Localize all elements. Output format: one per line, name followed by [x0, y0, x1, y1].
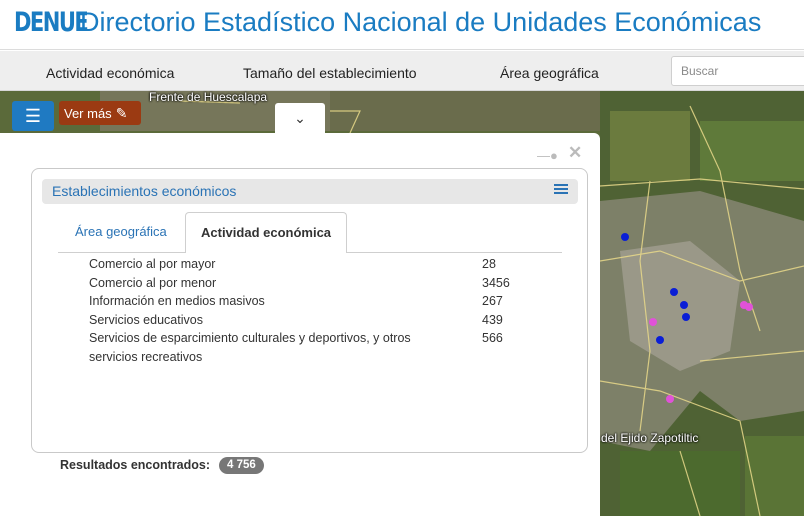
establishments-title: Establecimientos económicos: [52, 183, 237, 199]
list-item[interactable]: Servicios educativos 439: [89, 311, 559, 330]
menu-bar: Actividad económica Tamaño del estableci…: [0, 51, 804, 91]
results-count-badge: 4 756: [219, 457, 264, 474]
page-title: Directorio Estadístico Nacional de Unida…: [80, 7, 762, 37]
app-header: DENUE Directorio Estadístico Nacional de…: [0, 0, 804, 50]
activity-name: Servicios de esparcimiento culturales y …: [89, 331, 411, 364]
map-label-ejido-zapotiltic: del Ejido Zapotiltic: [601, 431, 699, 445]
map-label-frente-huescalapa: Frente de Huescalapa: [149, 90, 268, 104]
chevron-down-icon: ⌄: [294, 110, 306, 126]
activity-name: Comercio al por menor: [89, 275, 217, 290]
results-label: Resultados encontrados:: [60, 458, 211, 472]
activity-name: Comercio al por mayor: [89, 257, 216, 271]
denue-logo[interactable]: DENUE: [14, 7, 89, 38]
mexico-map-icon: ✎: [115, 105, 128, 121]
list-icon[interactable]: [554, 184, 568, 198]
activity-count: 3456: [482, 275, 510, 290]
list-item[interactable]: Comercio al por mayor 28: [89, 255, 559, 274]
panel-collapse-button[interactable]: ⌄: [275, 103, 325, 133]
pin-icon[interactable]: —●: [537, 148, 558, 163]
menu-actividad-economica[interactable]: Actividad económica: [46, 65, 174, 81]
ver-mas-label: Ver más: [64, 106, 112, 121]
activity-list: Comercio al por mayor 28 Comercio al por…: [89, 255, 559, 366]
close-icon[interactable]: ✕: [568, 143, 582, 163]
activity-count: 28: [482, 257, 496, 271]
ver-mas-button[interactable]: Ver más ✎: [59, 101, 141, 125]
list-item[interactable]: Servicios de esparcimiento culturales y …: [89, 329, 559, 366]
list-item[interactable]: Comercio al por menor 3456: [89, 274, 559, 293]
menu-toggle-button[interactable]: ☰: [12, 101, 54, 131]
activity-count: 267: [482, 294, 503, 308]
activity-count: 439: [482, 312, 503, 327]
search-input[interactable]: [671, 56, 804, 86]
tab-actividad-economica[interactable]: Actividad económica: [185, 212, 347, 253]
activity-name: Información en medios masivos: [89, 294, 265, 308]
list-item[interactable]: Información en medios masivos 267: [89, 292, 559, 311]
tab-actividad-economica-label: Actividad económica: [201, 225, 332, 240]
tab-area-geografica[interactable]: Área geográfica: [75, 224, 167, 239]
hamburger-icon: ☰: [24, 106, 42, 126]
menu-area-geografica[interactable]: Área geográfica: [500, 65, 599, 81]
activity-name: Servicios educativos: [89, 312, 203, 327]
activity-count: 566: [482, 331, 503, 345]
menu-tamano-establecimiento[interactable]: Tamaño del establecimiento: [243, 65, 417, 81]
